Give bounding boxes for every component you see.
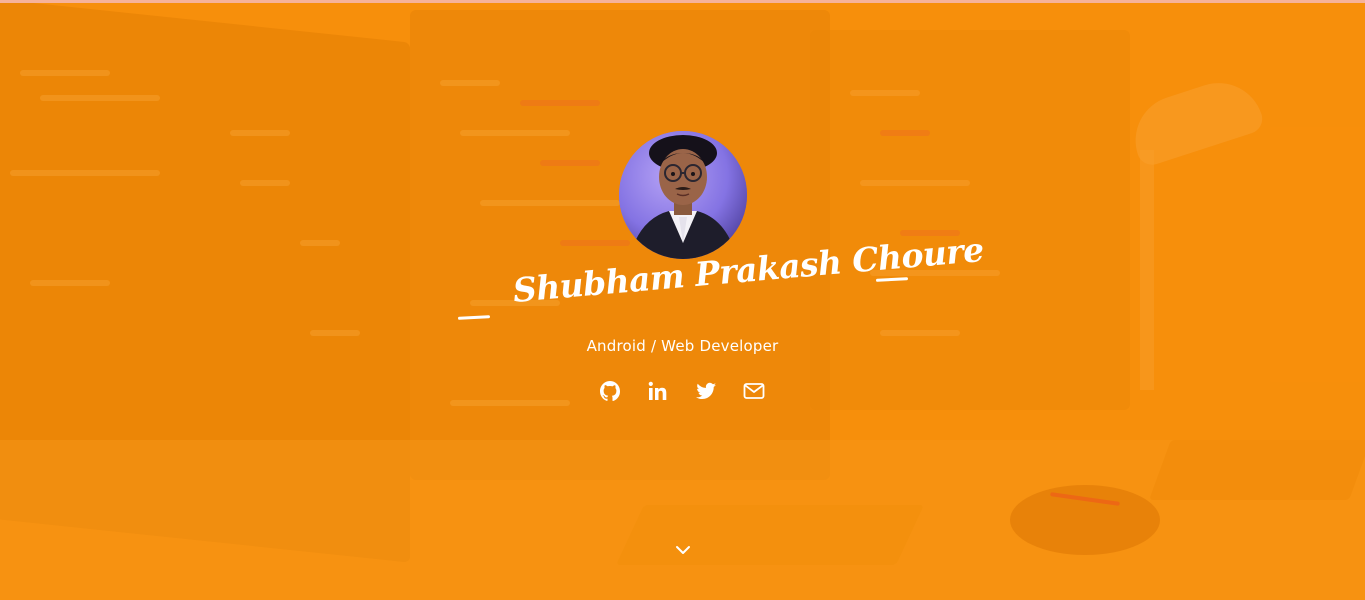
avatar — [619, 131, 747, 259]
mail-icon — [743, 383, 765, 399]
decorative-dash-right — [875, 277, 909, 282]
github-link[interactable] — [597, 378, 623, 404]
mail-link[interactable] — [741, 378, 767, 404]
profile-photo — [619, 131, 747, 259]
twitter-link[interactable] — [693, 378, 719, 404]
scroll-down-button[interactable] — [672, 540, 694, 560]
decorative-dash-left — [457, 315, 491, 320]
social-links — [597, 378, 777, 406]
hero-section: Shubham Prakash Choure Android / Web Dev… — [0, 0, 1365, 600]
chevron-down-icon — [676, 546, 690, 554]
subtitle: Android / Web Developer — [586, 337, 779, 355]
github-icon — [600, 381, 621, 402]
twitter-icon — [696, 382, 716, 400]
linkedin-link[interactable] — [645, 378, 671, 404]
name-heading-row: Shubham Prakash Choure — [455, 230, 985, 335]
hero-content: Shubham Prakash Choure Android / Web Dev… — [0, 0, 1365, 600]
linkedin-icon — [648, 381, 667, 400]
